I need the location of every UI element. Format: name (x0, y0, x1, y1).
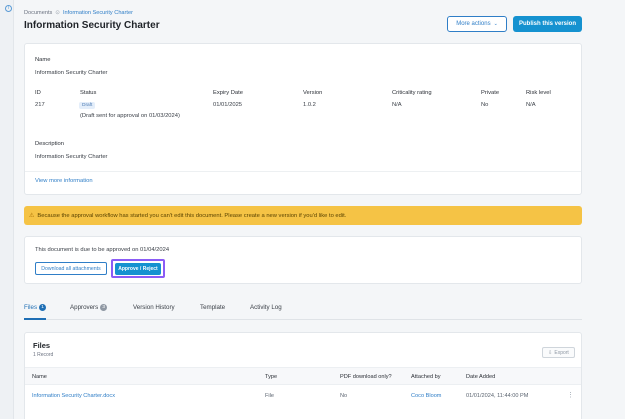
tab-label: Template (200, 304, 226, 311)
expiry-date-value: 01/01/2025 (213, 102, 243, 108)
approve-highlight: Approve / Reject (111, 259, 165, 278)
criticality-value: N/A (392, 102, 402, 108)
tab-label: Files (24, 304, 38, 311)
details-card: Name Information Security Charter ID 217… (24, 43, 582, 195)
column-header-date-added[interactable]: Date Added (466, 374, 495, 380)
expiry-date-label: Expiry Date (213, 90, 243, 96)
risk-level-label: Risk level (526, 90, 551, 96)
criticality-label: Criticality rating (392, 90, 432, 96)
record-count: 1 Record (33, 352, 54, 358)
tab-version-history[interactable]: Version History (133, 304, 175, 311)
breadcrumb-documents[interactable]: Documents (24, 10, 52, 16)
file-pdf-only: No (340, 393, 348, 399)
tab-template[interactable]: Template (200, 304, 225, 311)
warning-text: Because the approval workflow has starte… (37, 212, 347, 219)
files-title: Files (33, 341, 51, 350)
publish-version-button[interactable]: Publish this version (513, 16, 582, 32)
file-date-added: 01/01/2024, 11:44:00 PM (466, 393, 529, 399)
more-actions-label: More actions (456, 21, 491, 27)
tab-approvers[interactable]: Approvers 3 (70, 304, 108, 311)
chevron-down-icon: ⌄ (493, 21, 498, 27)
column-header-name[interactable]: Name (32, 374, 47, 380)
page-title: Information Security Charter (24, 20, 160, 31)
side-rail: i (0, 0, 14, 419)
active-tab-indicator (24, 318, 46, 320)
description-label: Description (35, 141, 64, 147)
column-header-attached-by[interactable]: Attached by (411, 374, 441, 380)
view-more-link[interactable]: View more information (35, 178, 93, 184)
risk-level-value: N/A (526, 102, 536, 108)
tab-activity-log[interactable]: Activity Log (250, 304, 282, 311)
tab-count-badge: 1 (39, 304, 47, 311)
files-card: Files 1 Record ⇩ Export Name Type PDF do… (24, 332, 582, 419)
private-value: No (481, 102, 489, 108)
status-badge: Draft (79, 102, 96, 109)
name-value: Information Security Charter (35, 70, 108, 76)
export-label: Export (554, 349, 569, 356)
approve-reject-button[interactable]: Approve / Reject (115, 262, 161, 275)
tab-label: Approvers (70, 304, 99, 311)
approval-due-text: This document is due to be approved on 0… (35, 247, 170, 253)
tab-label: Version History (133, 304, 175, 311)
file-type: File (265, 393, 275, 399)
table-header: Name Type PDF download only? Attached by… (25, 367, 581, 385)
export-icon: ⇩ (548, 349, 553, 356)
warning-banner: ⚠ Because the approval workflow has star… (24, 206, 582, 225)
version-value: 1.0.2 (303, 102, 316, 108)
breadcrumb-current[interactable]: Information Security Charter (63, 10, 133, 16)
tab-count-badge: 3 (100, 304, 108, 311)
id-label: ID (35, 90, 41, 96)
breadcrumb: Documents ⊙ Information Security Charter (24, 10, 133, 16)
column-header-type[interactable]: Type (265, 374, 277, 380)
id-value: 217 (35, 102, 45, 108)
row-menu-icon[interactable]: ⋮ (567, 391, 574, 399)
status-note: (Draft sent for approval on 01/03/2024) (80, 113, 180, 119)
file-attached-by[interactable]: Coco Bloom (411, 393, 441, 399)
column-header-pdf-only[interactable]: PDF download only? (340, 374, 392, 380)
more-actions-button[interactable]: More actions ⌄ (447, 16, 507, 32)
export-button[interactable]: ⇩ Export (542, 347, 575, 358)
description-value: Information Security Charter (35, 154, 108, 160)
breadcrumb-separator-icon: ⊙ (55, 10, 60, 16)
version-label: Version (303, 90, 323, 96)
warning-icon: ⚠ (29, 213, 35, 219)
tab-label: Activity Log (250, 304, 282, 311)
approval-card: This document is due to be approved on 0… (24, 236, 582, 284)
name-label: Name (35, 57, 51, 63)
download-all-button[interactable]: Download all attachments (35, 262, 107, 275)
tab-files[interactable]: Files 1 (24, 304, 47, 311)
status-label: Status (80, 90, 97, 96)
private-label: Private (481, 90, 500, 96)
tab-bar: Files 1 Approvers 3 Version History Temp… (24, 296, 582, 320)
file-name-link[interactable]: Information Security Charter.docx (32, 393, 115, 399)
info-icon[interactable]: i (5, 5, 12, 12)
divider (25, 171, 581, 172)
